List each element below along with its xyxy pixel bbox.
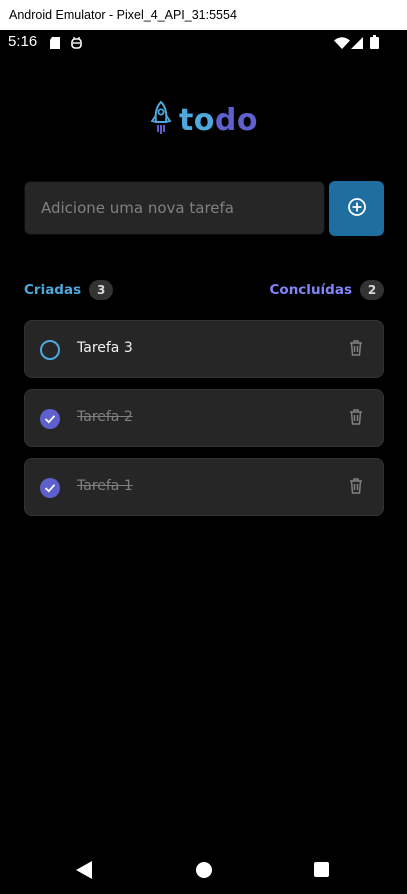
debug-icon [71,36,82,54]
task-list: Tarefa 3 Tarefa 2 Tarefa 1 [24,320,384,527]
done-label: Concluídas [269,282,352,298]
created-label: Criadas [24,282,82,298]
task-title: Tarefa 1 [77,478,133,494]
task-checkbox[interactable] [40,409,60,429]
trash-icon[interactable] [349,478,363,498]
task-checkbox[interactable] [40,478,60,498]
task-item: Tarefa 2 [24,389,384,447]
rocket-icon [149,100,173,140]
plus-circle-icon [347,197,367,221]
status-time: 5:16 [8,33,38,50]
new-task-input[interactable] [24,181,325,235]
window-title: Android Emulator - Pixel_4_API_31:5554 [9,8,237,22]
android-nav-bar [0,846,407,894]
add-task-button[interactable] [329,181,384,236]
recents-icon[interactable] [314,862,329,877]
task-title: Tarefa 2 [77,409,133,425]
logo-text-do: do [214,102,259,138]
emulator-title-bar: Android Emulator - Pixel_4_API_31:5554 [0,0,407,30]
battery-icon [370,35,379,54]
sd-card-icon [50,36,60,54]
new-task-row [24,181,384,237]
created-counter: Criadas 3 [24,280,114,300]
check-icon [44,484,56,493]
task-counters: Criadas 3 Concluídas 2 [24,280,384,302]
app-logo: todo [0,100,407,140]
logo-text: todo [179,103,258,138]
wifi-icon [334,36,350,54]
home-icon[interactable] [196,862,212,878]
trash-icon[interactable] [349,409,363,429]
task-item: Tarefa 1 [24,458,384,516]
task-title: Tarefa 3 [77,340,133,356]
task-item: Tarefa 3 [24,320,384,378]
done-counter: Concluídas 2 [270,280,384,300]
done-count-badge: 2 [360,280,384,300]
created-count-badge: 3 [89,280,114,300]
phone-screen: 5:16 todo Adicione uma nova tarefa Criad… [0,30,407,894]
status-bar: 5:16 [0,30,407,54]
trash-icon[interactable] [349,340,363,360]
check-icon [44,415,56,424]
logo-text-to: to [178,102,215,138]
signal-icon [351,36,363,54]
back-icon[interactable] [76,861,92,883]
task-checkbox[interactable] [40,340,60,360]
